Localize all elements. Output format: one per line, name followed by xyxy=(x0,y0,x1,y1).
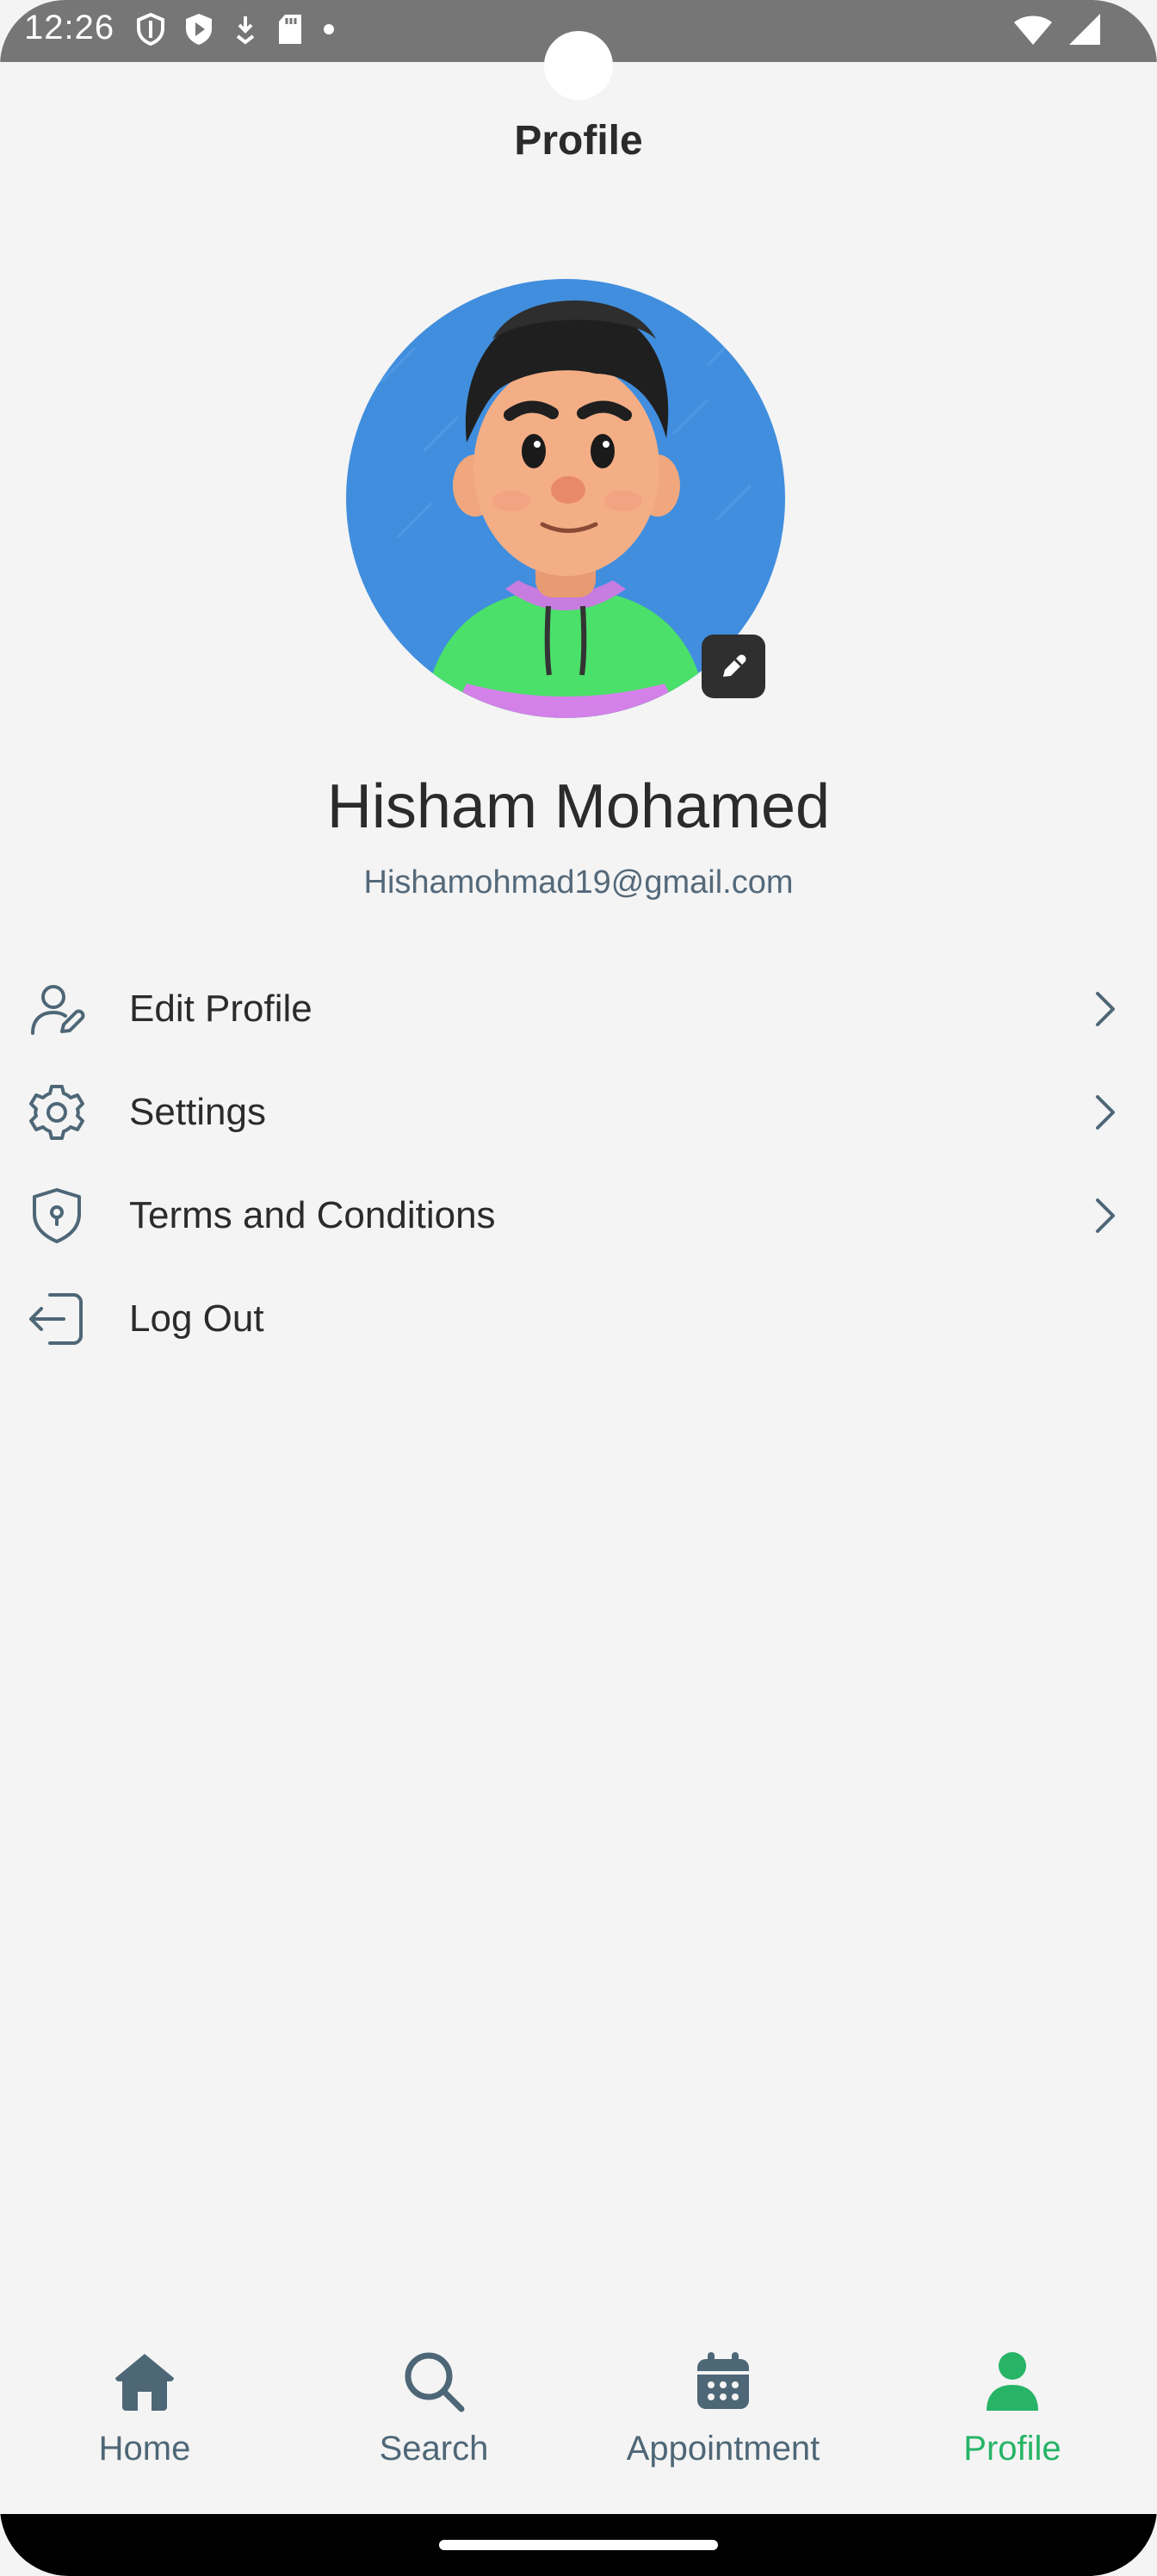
profile-menu: Edit Profile Settings Terms and Conditio… xyxy=(0,957,1157,1371)
user-edit-icon xyxy=(26,978,88,1040)
phone-screen: 12:26 Profile Hisham Mohamed Hishamohmad… xyxy=(0,0,1157,2576)
menu-item-terms[interactable]: Terms and Conditions xyxy=(0,1164,1157,1267)
nav-label: Home xyxy=(98,2430,191,2468)
home-icon xyxy=(108,2345,181,2418)
status-icons-right xyxy=(1012,12,1102,46)
cellular-signal-icon xyxy=(1069,14,1100,45)
menu-item-settings[interactable]: Settings xyxy=(0,1061,1157,1164)
status-icons-left xyxy=(136,12,336,46)
camera-cutout xyxy=(544,31,613,100)
calendar-icon xyxy=(687,2345,759,2418)
sd-card-icon xyxy=(279,15,301,44)
wifi-icon xyxy=(1014,15,1052,45)
chevron-right-icon xyxy=(1088,988,1123,1030)
status-time: 12:26 xyxy=(24,9,115,46)
download-icon xyxy=(236,16,255,45)
play-shield-icon xyxy=(186,14,212,45)
page-title: Profile xyxy=(514,118,643,164)
nav-label: Appointment xyxy=(626,2430,820,2468)
nav-label: Profile xyxy=(963,2430,1061,2468)
menu-item-label: Log Out xyxy=(129,1297,264,1340)
nav-item-profile[interactable]: Profile xyxy=(868,2316,1157,2514)
menu-item-label: Edit Profile xyxy=(129,988,312,1030)
chevron-right-icon xyxy=(1088,1195,1123,1236)
shield-icon xyxy=(137,12,164,46)
chevron-right-icon xyxy=(1088,1092,1123,1133)
gear-icon xyxy=(26,1081,88,1143)
menu-item-logout[interactable]: Log Out xyxy=(0,1267,1157,1371)
pencil-icon xyxy=(723,654,746,677)
search-icon xyxy=(398,2345,470,2418)
user-email: Hishamohmad19@gmail.com xyxy=(363,864,794,901)
nav-item-home[interactable]: Home xyxy=(0,2316,289,2514)
nav-item-appointment[interactable]: Appointment xyxy=(578,2316,868,2514)
nav-label: Search xyxy=(379,2430,489,2468)
menu-item-edit-profile[interactable]: Edit Profile xyxy=(0,957,1157,1061)
dot-icon xyxy=(324,24,334,34)
menu-item-label: Settings xyxy=(129,1091,266,1133)
shield-lock-icon xyxy=(26,1185,88,1247)
edit-avatar-button[interactable] xyxy=(702,635,765,698)
bottom-navigation: Home Search Appointment Profile xyxy=(0,2316,1157,2514)
person-icon xyxy=(976,2345,1049,2418)
menu-item-label: Terms and Conditions xyxy=(129,1194,496,1236)
user-name: Hisham Mohamed xyxy=(326,772,831,841)
gesture-handle[interactable] xyxy=(439,2540,718,2550)
logout-icon xyxy=(26,1288,88,1350)
nav-item-search[interactable]: Search xyxy=(289,2316,578,2514)
